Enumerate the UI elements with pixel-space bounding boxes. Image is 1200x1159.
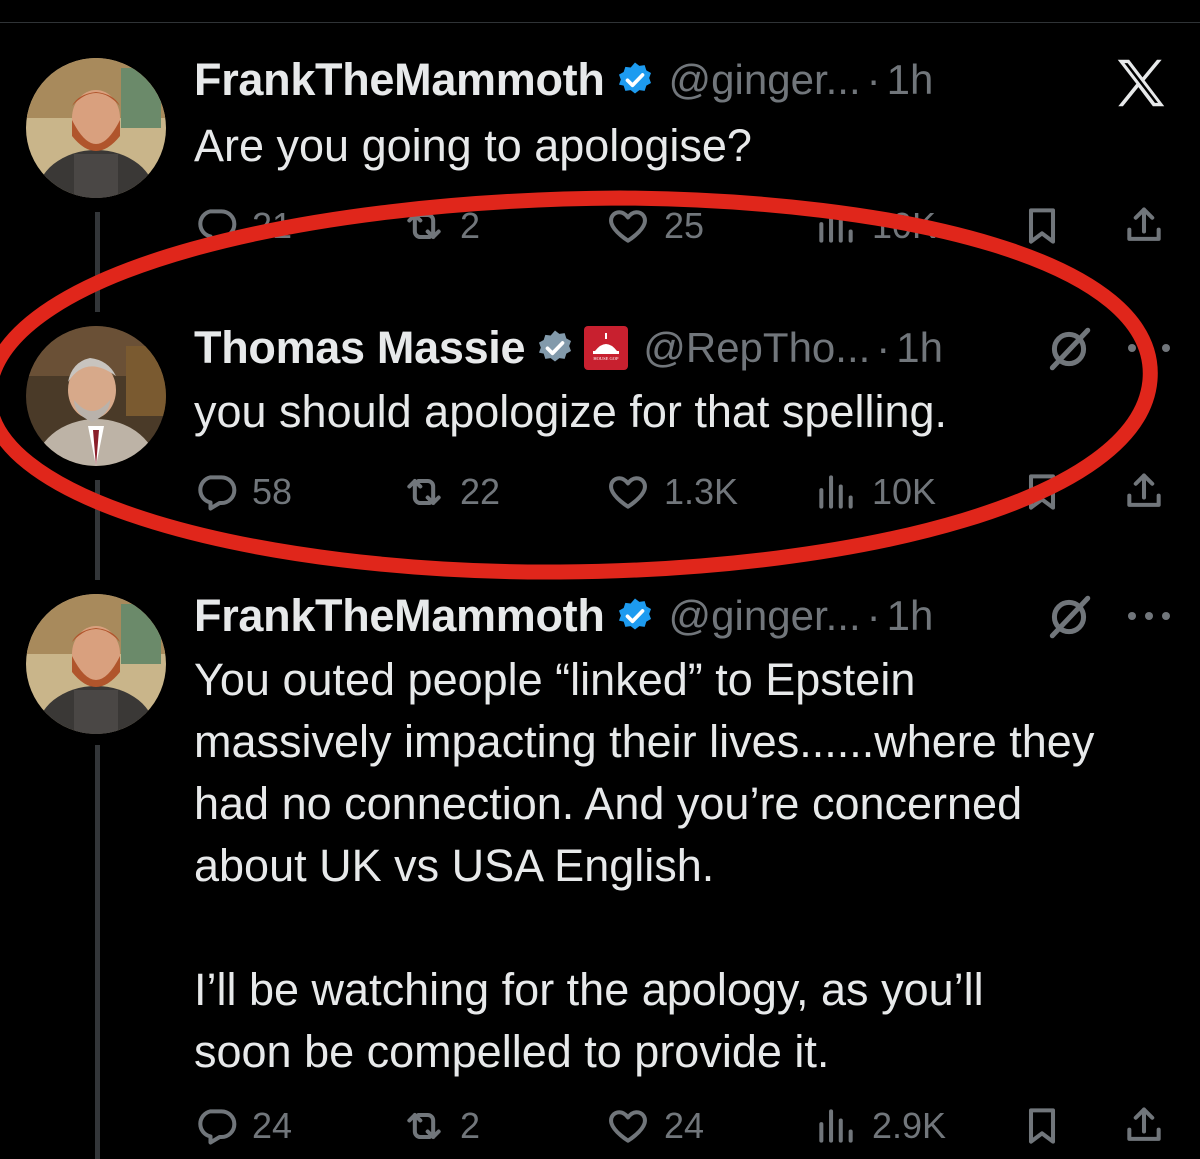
grok-icon[interactable]: [1044, 592, 1094, 642]
bookmark-button[interactable]: [1020, 196, 1064, 256]
verified-badge-icon: [615, 60, 655, 100]
thread-connector-line: [95, 745, 100, 1159]
repost-button[interactable]: 2: [402, 196, 480, 256]
like-button[interactable]: 25: [606, 196, 704, 256]
views-button[interactable]: 10K: [814, 196, 936, 256]
like-count: 1.3K: [664, 471, 739, 512]
top-divider: [0, 22, 1200, 23]
user-handle[interactable]: @RepTho...: [643, 324, 870, 372]
bookmark-button[interactable]: [1020, 462, 1064, 522]
tweet-header: Thomas Massie HOUSE GOP @RepTho... · 1h: [194, 320, 943, 376]
verified-badge-icon: [615, 596, 655, 636]
thread-connector-line: [95, 212, 100, 312]
reply-bubble-icon: [198, 1109, 237, 1145]
avatar[interactable]: [26, 594, 166, 734]
heart-icon: [609, 1110, 647, 1143]
reply-button[interactable]: 58: [194, 462, 292, 522]
reply-bubble-icon: [198, 475, 237, 511]
tweet-text: You outed people “linked” to Epstein mas…: [194, 654, 1095, 1077]
like-button[interactable]: 24: [606, 1096, 704, 1156]
heart-icon: [609, 476, 647, 509]
views-count: 10K: [872, 205, 937, 246]
user-handle[interactable]: @ginger...: [669, 592, 861, 640]
verified-badge-icon: [535, 328, 575, 368]
repost-icon: [407, 478, 441, 506]
x-logo-icon[interactable]: [1110, 52, 1172, 114]
bookmark-icon: [1028, 474, 1056, 510]
repost-count: 2: [460, 205, 481, 246]
views-button[interactable]: 2.9K: [814, 1096, 946, 1156]
display-name[interactable]: FrankTheMammoth: [194, 590, 605, 642]
timestamp[interactable]: 1h: [887, 56, 934, 104]
separator-dot: ·: [866, 56, 881, 103]
more-dots-icon[interactable]: [1124, 606, 1174, 626]
like-count: 25: [664, 205, 705, 246]
views-count: 2.9K: [872, 1105, 947, 1146]
views-bar-chart-icon: [819, 1109, 853, 1143]
tweet-text: you should apologize for that spelling.: [194, 386, 948, 437]
thread-connector-line: [95, 480, 100, 580]
display-name[interactable]: FrankTheMammoth: [194, 54, 605, 106]
repost-count: 22: [460, 471, 501, 512]
reply-button[interactable]: 21: [194, 196, 292, 256]
views-bar-chart-icon: [819, 475, 853, 509]
bookmark-button[interactable]: [1020, 1096, 1064, 1156]
reply-count: 58: [252, 471, 293, 512]
reply-count: 24: [252, 1105, 293, 1146]
avatar[interactable]: [26, 58, 166, 198]
repost-icon: [407, 1112, 441, 1140]
display-name[interactable]: Thomas Massie: [194, 322, 526, 374]
more-dots-icon[interactable]: [1124, 338, 1174, 358]
heart-icon: [609, 210, 647, 243]
reply-bubble-icon: [198, 209, 237, 245]
tweet-actions: 24 2 24 2.9K: [194, 1096, 1174, 1156]
reply-button[interactable]: 24: [194, 1096, 292, 1156]
bookmark-icon: [1028, 208, 1056, 244]
repost-button[interactable]: 2: [402, 1096, 480, 1156]
tweet-header: FrankTheMammoth @ginger... · 1h: [194, 52, 933, 108]
like-button[interactable]: 1.3K: [606, 462, 738, 522]
house-badge-label: HOUSE GOP: [594, 356, 620, 361]
house-gop-badge-icon[interactable]: HOUSE GOP: [583, 325, 629, 371]
timestamp[interactable]: 1h: [887, 592, 934, 640]
avatar[interactable]: [26, 326, 166, 466]
tweet-actions: 58 22 1.3K 10K: [194, 462, 1174, 522]
user-handle[interactable]: @ginger...: [669, 56, 861, 104]
separator-dot: ·: [866, 592, 881, 639]
views-button[interactable]: 10K: [814, 462, 936, 522]
reply-count: 21: [252, 205, 293, 246]
views-bar-chart-icon: [819, 209, 853, 243]
timestamp[interactable]: 1h: [896, 324, 943, 372]
tweet-header: FrankTheMammoth @ginger... · 1h: [194, 588, 933, 644]
share-upload-icon: [1127, 1107, 1161, 1141]
tweet-actions: 21 2 25 10K: [194, 196, 1174, 256]
like-count: 24: [664, 1105, 705, 1146]
share-upload-icon: [1127, 473, 1161, 507]
repost-count: 2: [460, 1105, 481, 1146]
views-count: 10K: [872, 471, 937, 512]
separator-dot: ·: [876, 324, 891, 371]
repost-button[interactable]: 22: [402, 462, 500, 522]
grok-icon[interactable]: [1044, 324, 1094, 374]
share-button[interactable]: [1122, 462, 1166, 522]
share-button[interactable]: [1122, 196, 1166, 256]
repost-icon: [407, 212, 441, 240]
bookmark-icon: [1028, 1108, 1056, 1144]
share-upload-icon: [1127, 207, 1161, 241]
share-button[interactable]: [1122, 1096, 1166, 1156]
tweet-text: Are you going to apologise?: [194, 120, 752, 171]
